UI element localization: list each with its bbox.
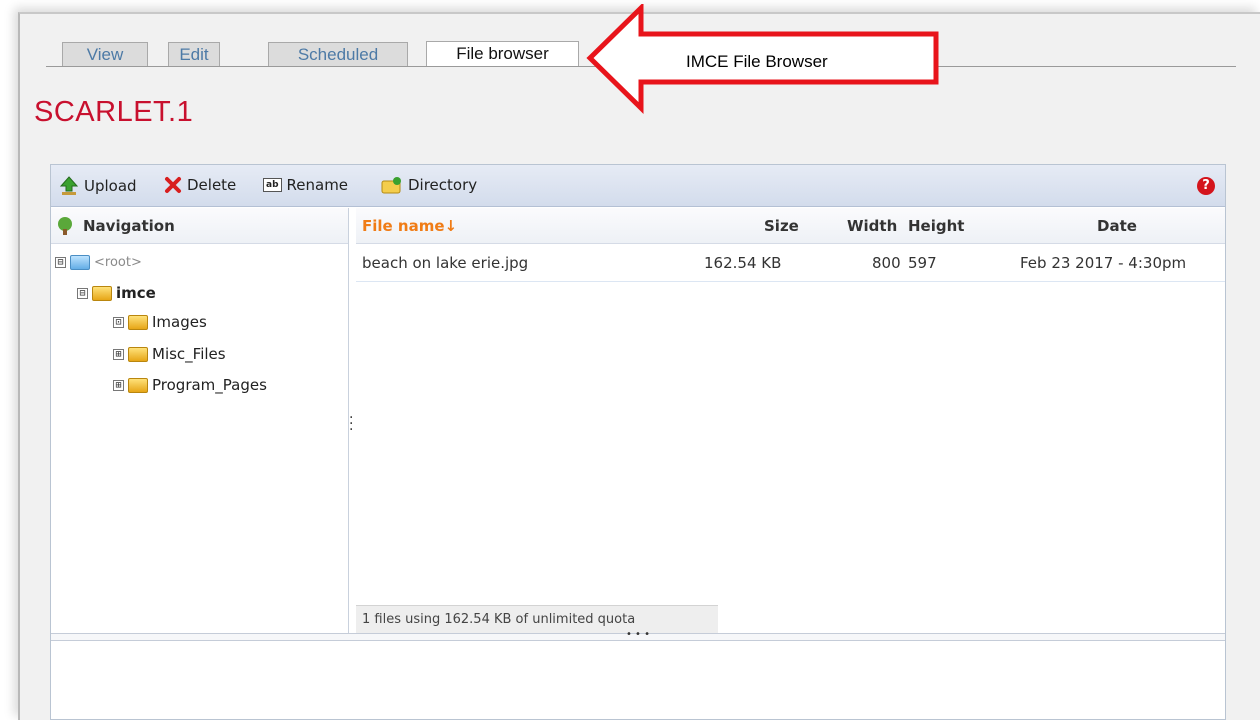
file-width-cell: 800 <box>872 254 901 272</box>
quota-status: 1 files using 162.54 KB of unlimited quo… <box>356 605 718 633</box>
tree-icon <box>58 216 72 235</box>
rename-icon: ab <box>263 178 282 192</box>
horizontal-splitter-handle[interactable]: • • • <box>51 630 1225 641</box>
folder-icon <box>128 346 148 362</box>
tree-item-label: Misc_Files <box>152 345 226 363</box>
tab-edit[interactable]: Edit <box>168 42 220 67</box>
delete-label: Delete <box>187 176 237 194</box>
upload-label: Upload <box>84 177 137 195</box>
tree-item-imce[interactable]: ⊟ imce <box>77 284 156 302</box>
new-folder-icon <box>381 177 401 194</box>
upload-icon <box>59 176 79 195</box>
help-icon[interactable]: ? <box>1197 177 1215 195</box>
expand-icon[interactable]: ⊞ <box>113 348 124 360</box>
table-row[interactable]: beach on lake erie.jpg 162.54 KB 800 597… <box>356 245 1225 282</box>
rename-label: Rename <box>286 176 349 194</box>
directory-label: Directory <box>408 176 478 194</box>
tab-scheduled[interactable]: Scheduled <box>268 42 408 67</box>
callout-arrow: IMCE File Browser <box>586 4 942 114</box>
tree-item-label: <root> <box>94 255 142 270</box>
delete-button[interactable]: Delete <box>164 176 236 194</box>
tree-item-images[interactable]: ⊡ Images <box>113 313 207 331</box>
tree-item-label: Program_Pages <box>152 376 267 394</box>
delete-icon <box>165 177 181 193</box>
file-list-header: File name↓ Size Width Height Date <box>356 208 1225 244</box>
callout-label: IMCE File Browser <box>686 52 828 71</box>
file-list-pane: File name↓ Size Width Height Date beach … <box>356 208 1225 633</box>
column-size[interactable]: Size <box>764 217 799 235</box>
vertical-splitter-handle[interactable]: · · · <box>349 411 353 437</box>
rename-button[interactable]: ab Rename <box>263 176 348 194</box>
navigation-title: Navigation <box>83 216 175 235</box>
file-preview-pane <box>51 641 1225 719</box>
tree-item-label: Images <box>152 313 207 331</box>
tab-file-browser[interactable]: File browser <box>426 41 579 67</box>
tree-item-label: imce <box>116 284 156 302</box>
collapse-icon[interactable]: ⊟ <box>77 287 88 299</box>
folder-icon <box>70 255 90 270</box>
file-height-cell: 597 <box>908 254 937 272</box>
expander-icon[interactable]: ⊡ <box>113 316 124 328</box>
column-height[interactable]: Height <box>908 217 964 235</box>
file-date-cell: Feb 23 2017 - 4:30pm <box>1020 254 1187 272</box>
imce-panel: Upload Delete ab Rename Directory ? Navi… <box>50 164 1226 720</box>
tree-item-root[interactable]: ⊟ <root> <box>55 255 142 270</box>
collapse-icon[interactable]: ⊟ <box>55 257 66 268</box>
tab-view[interactable]: View <box>62 42 148 67</box>
column-date[interactable]: Date <box>1097 217 1137 235</box>
navigation-header: Navigation <box>51 208 348 244</box>
file-name-cell: beach on lake erie.jpg <box>362 254 529 272</box>
column-file-name[interactable]: File name↓ <box>362 217 457 235</box>
tree-item-program-pages[interactable]: ⊞ Program_Pages <box>113 376 267 394</box>
directory-button[interactable]: Directory <box>381 176 477 194</box>
column-width[interactable]: Width <box>847 217 897 235</box>
folder-icon <box>128 377 148 393</box>
imce-toolbar: Upload Delete ab Rename Directory ? <box>51 165 1225 207</box>
upload-button[interactable]: Upload <box>59 176 137 196</box>
tree-item-misc-files[interactable]: ⊞ Misc_Files <box>113 345 226 363</box>
page-title: SCARLET.1 <box>34 96 194 128</box>
file-size-cell: 162.54 KB <box>704 254 782 272</box>
expand-icon[interactable]: ⊞ <box>113 379 124 391</box>
folder-open-icon <box>92 285 112 301</box>
folder-icon <box>128 314 148 330</box>
navigation-pane: Navigation ⊟ <root> ⊟ imce ⊡ Images ⊞ Mi… <box>51 208 349 633</box>
